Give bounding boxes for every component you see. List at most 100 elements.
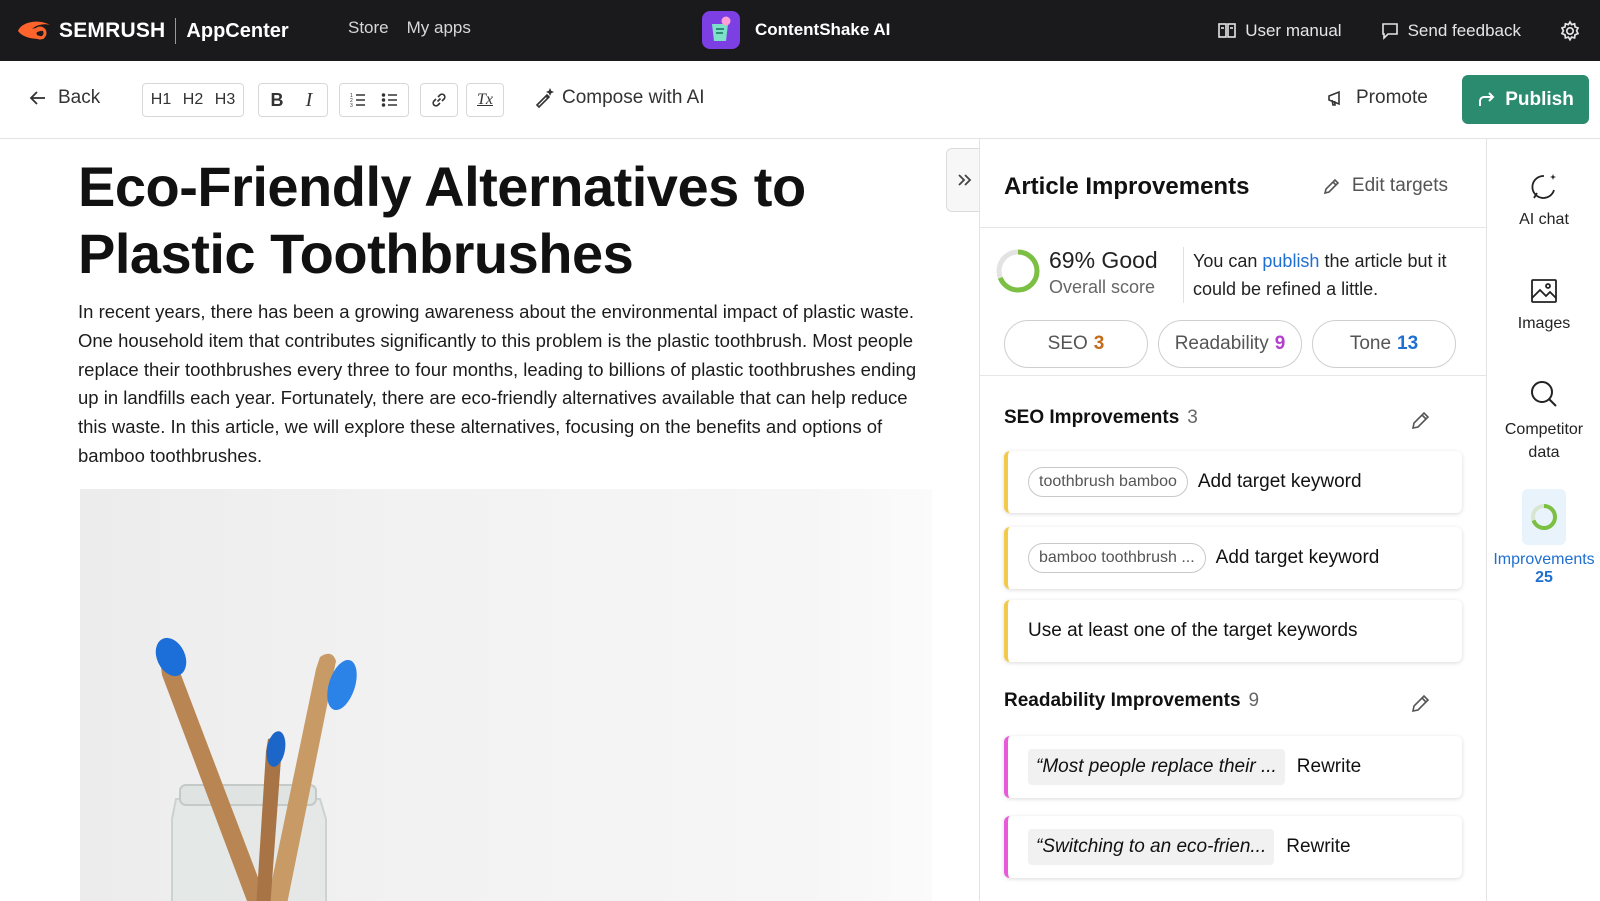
arrow-left-icon xyxy=(29,91,45,105)
article-intro-paragraph[interactable]: In recent years, there has been a growin… xyxy=(78,298,938,471)
rail-active-highlight xyxy=(1522,489,1566,545)
tab-tone[interactable]: Tone 13 xyxy=(1312,320,1456,368)
top-bar: SEMRUSH AppCenter Store My apps ContentS… xyxy=(0,0,1600,61)
italic-button[interactable]: I xyxy=(295,86,323,114)
ordered-list-button[interactable]: 1 2 3 xyxy=(344,86,372,114)
rewrite-button[interactable]: Rewrite xyxy=(1297,756,1361,778)
book-icon xyxy=(1218,22,1237,38)
seo-action-label: Use at least one of the target keywords xyxy=(1028,620,1358,641)
brand-name: SEMRUSH xyxy=(59,19,166,42)
seo-improvement-card[interactable]: Use at least one of the target keywords xyxy=(1004,600,1462,662)
clear-format-group: Tx xyxy=(466,83,504,117)
panel-title: Article Improvements xyxy=(1004,173,1250,200)
semrush-flame-icon xyxy=(18,21,50,40)
seo-count: 3 xyxy=(1187,407,1198,428)
pencil-icon[interactable] xyxy=(1410,409,1432,431)
tab-readability-count: 9 xyxy=(1274,333,1286,354)
back-button[interactable]: Back xyxy=(28,87,100,109)
rail-ai-chat[interactable]: AI chat xyxy=(1488,171,1600,229)
publish-button[interactable]: Publish xyxy=(1462,75,1589,124)
overall-score-label: Overall score xyxy=(1049,277,1156,297)
rewrite-button[interactable]: Rewrite xyxy=(1286,836,1350,858)
promote-label: Promote xyxy=(1356,87,1428,108)
user-manual-label: User manual xyxy=(1245,20,1342,40)
toothbrush-illustration xyxy=(155,637,357,901)
nav-store[interactable]: Store xyxy=(348,18,389,38)
keyword-chip[interactable]: toothbrush bamboo xyxy=(1028,467,1188,497)
search-icon xyxy=(1531,381,1557,407)
megaphone-icon xyxy=(1328,90,1340,106)
score-ring-icon xyxy=(996,249,1040,293)
rail-images[interactable]: Images xyxy=(1488,275,1600,333)
list-group: 1 2 3 xyxy=(339,83,409,117)
nav-my-apps[interactable]: My apps xyxy=(407,18,471,38)
share-arrow-icon xyxy=(1479,91,1495,106)
link-icon xyxy=(432,93,446,107)
double-chevron-right-icon xyxy=(957,174,971,186)
score-category-tabs: SEO 3 Readability 9 Tone 13 xyxy=(1004,320,1456,368)
sentence-quote: “Switching to an eco-frien... xyxy=(1028,829,1275,865)
publish-label: Publish xyxy=(1505,88,1574,110)
rail-improvements[interactable]: Improvements 25 xyxy=(1488,489,1600,587)
bullet-list-button[interactable] xyxy=(376,86,404,114)
readability-improvement-card[interactable]: “Most people replace their ... Rewrite xyxy=(1004,736,1462,798)
seo-improvements-heading: SEO Improvements 3 xyxy=(1004,407,1198,429)
tab-seo[interactable]: SEO 3 xyxy=(1004,320,1148,368)
bullet-list-icon xyxy=(381,93,397,107)
readability-improvement-card[interactable]: “Switching to an eco-frien... Rewrite xyxy=(1004,816,1462,878)
seo-improvement-card[interactable]: toothbrush bamboo Add target keyword xyxy=(1004,451,1462,513)
bold-button[interactable]: B xyxy=(263,86,291,114)
gear-icon[interactable] xyxy=(1559,19,1581,42)
semrush-logo[interactable]: SEMRUSH AppCenter xyxy=(16,15,289,47)
article-improvements-panel: Article Improvements Edit targets 69% Go… xyxy=(979,139,1487,901)
heading-1-button[interactable]: H1 xyxy=(147,86,175,114)
collapse-panel-button[interactable] xyxy=(946,148,980,212)
svg-text:3: 3 xyxy=(350,103,353,109)
rail-ai-chat-label: AI chat xyxy=(1519,211,1569,228)
brand-divider xyxy=(175,18,177,44)
compose-with-ai-button[interactable]: Compose with AI xyxy=(534,87,705,109)
score-divider xyxy=(1183,247,1184,303)
top-right-actions: User manual Send feedback xyxy=(1217,0,1600,61)
rail-images-label: Images xyxy=(1517,315,1571,332)
promote-button[interactable]: Promote xyxy=(1326,87,1428,109)
heading-2-button[interactable]: H2 xyxy=(179,86,207,114)
contentshake-app-icon xyxy=(702,11,740,49)
link-button[interactable] xyxy=(425,86,453,114)
user-manual-link[interactable]: User manual xyxy=(1217,20,1342,41)
seo-improvement-card[interactable]: bamboo toothbrush ... Add target keyword xyxy=(1004,527,1462,589)
edit-targets-label: Edit targets xyxy=(1351,175,1448,196)
keyword-chip[interactable]: bamboo toothbrush ... xyxy=(1028,543,1206,573)
clear-format-button[interactable]: Tx xyxy=(471,86,499,114)
readability-improvements-heading: Readability Improvements 9 xyxy=(1004,690,1259,712)
tab-seo-count: 3 xyxy=(1093,333,1105,354)
pencil-icon[interactable] xyxy=(1410,692,1432,714)
seo-action-label: Add target keyword xyxy=(1215,547,1380,568)
readability-heading-label: Readability Improvements xyxy=(1004,690,1241,711)
app-center-label: AppCenter xyxy=(186,19,289,42)
edit-targets-button[interactable]: Edit targets xyxy=(1322,175,1448,197)
publish-link[interactable]: publish xyxy=(1262,251,1319,271)
tab-readability-label: Readability xyxy=(1174,333,1269,354)
tab-tone-count: 13 xyxy=(1397,333,1419,354)
heading-3-button[interactable]: H3 xyxy=(211,86,239,114)
article-image-toothbrushes[interactable] xyxy=(80,489,932,901)
back-label: Back xyxy=(58,87,101,108)
send-feedback-label: Send feedback xyxy=(1407,20,1521,40)
panel-divider xyxy=(980,375,1486,376)
tab-seo-label: SEO xyxy=(1047,333,1088,354)
article-editor[interactable]: Eco-Friendly Alternatives to Plastic Too… xyxy=(0,139,945,901)
article-title[interactable]: Eco-Friendly Alternatives to Plastic Too… xyxy=(78,153,898,287)
current-app[interactable]: ContentShake AI xyxy=(702,11,890,49)
link-group xyxy=(420,83,458,117)
rail-improvements-count: 25 xyxy=(1535,569,1553,586)
tab-readability[interactable]: Readability 9 xyxy=(1158,320,1302,368)
send-feedback-link[interactable]: Send feedback xyxy=(1380,21,1521,41)
editor-toolbar: Back H1 H2 H3 B I 1 2 3 Tx Compose with … xyxy=(0,61,1600,139)
rail-competitor-label: Competitor data xyxy=(1504,421,1584,461)
text-style-group: B I xyxy=(258,83,328,117)
panel-divider xyxy=(980,227,1486,228)
right-tool-rail: AI chat Images Competitor data Improveme… xyxy=(1488,139,1600,901)
app-name: ContentShake AI xyxy=(755,20,891,39)
rail-competitor-data[interactable]: Competitor data xyxy=(1488,378,1600,464)
